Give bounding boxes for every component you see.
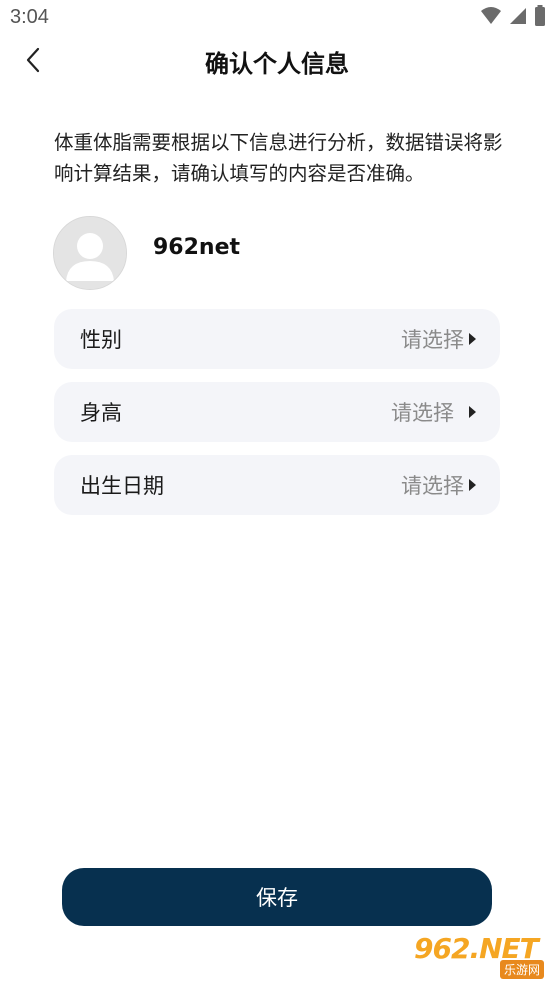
birthdate-value: 请选择	[401, 474, 464, 498]
save-button[interactable]: 保存	[62, 868, 492, 926]
cellular-signal-icon	[508, 6, 528, 30]
height-value: 请选择	[391, 401, 454, 425]
birthdate-row[interactable]: 出生日期 请选择	[54, 455, 500, 515]
intro-text: 体重体脂需要根据以下信息进行分析，数据错误将影响计算结果，请确认填写的内容是否准…	[54, 131, 503, 185]
avatar[interactable]	[53, 216, 127, 290]
battery-icon	[534, 5, 546, 31]
watermark-logo: 962.NET 乐游网	[414, 932, 550, 980]
status-bar: 3:04	[0, 0, 554, 36]
profile-row: 962net	[53, 216, 503, 290]
height-row[interactable]: 身高 请选择	[54, 382, 500, 442]
gender-label: 性别	[80, 328, 122, 352]
wifi-icon	[480, 6, 502, 30]
gender-value: 请选择	[401, 328, 464, 352]
screen: 3:04 确认个人信息 体重体脂需要根据以下信息进行分析，数据错误将影响计算结果…	[0, 0, 554, 984]
status-time: 3:04	[10, 6, 49, 28]
watermark-sub-text: 乐游网	[499, 960, 544, 979]
page-title: 确认个人信息	[205, 50, 349, 78]
height-label: 身高	[80, 401, 122, 425]
caret-right-icon	[469, 479, 476, 491]
caret-right-icon	[469, 333, 476, 345]
default-avatar-icon	[54, 217, 126, 289]
status-icons	[480, 5, 546, 31]
birthdate-label: 出生日期	[80, 474, 164, 498]
caret-right-icon	[469, 406, 476, 418]
username: 962net	[153, 235, 241, 260]
gender-row[interactable]: 性别 请选择	[54, 309, 500, 369]
header: 确认个人信息	[0, 36, 554, 88]
